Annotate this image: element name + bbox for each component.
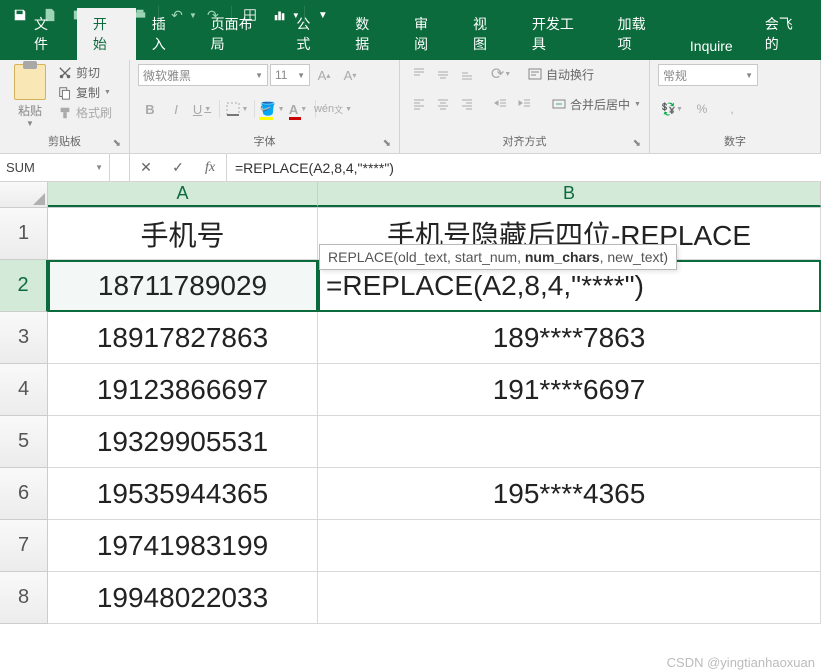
cell[interactable]: 19741983199 [48,520,318,572]
decrease-indent-icon[interactable] [490,94,512,114]
tab-review[interactable]: 审阅 [398,8,457,60]
italic-button[interactable]: I [164,98,188,120]
align-middle-icon[interactable] [432,64,454,84]
font-color-button[interactable]: A▼ [286,98,310,120]
formula-input[interactable]: =REPLACE(A2,8,4,"****") [227,154,821,181]
ribbon: 粘贴 ▼ 剪切 复制▼ 格式刷 剪贴板⬊ 微软雅黑▼ 11▼ A▴ A▾ B I… [0,60,821,154]
tab-formulas[interactable]: 公式 [280,8,339,60]
cell[interactable]: 19123866697 [48,364,318,416]
tab-fly[interactable]: 会飞的 [749,8,821,60]
phonetic-button[interactable]: wén文▼ [321,98,345,120]
cut-button[interactable]: 剪切 [58,64,112,81]
tab-home[interactable]: 开始 [77,8,136,60]
align-center-icon[interactable] [432,94,454,114]
cell[interactable] [318,572,821,624]
cell[interactable] [318,416,821,468]
watermark: CSDN @yingtianhaoxuan [667,655,815,670]
wrap-text-button[interactable]: 自动换行 [528,66,594,83]
font-group-label: 字体⬊ [138,133,391,151]
insert-function-icon[interactable]: fx [194,154,226,181]
decrease-font-icon[interactable]: A▾ [338,64,362,86]
ribbon-tabs: 文件 开始 插入 页面布局 公式 数据 审阅 视图 开发工具 加载项 Inqui… [0,30,821,60]
align-left-icon[interactable] [408,94,430,114]
cell[interactable]: 18917827863 [48,312,318,364]
row-header[interactable]: 5 [0,416,48,468]
number-format-select[interactable]: 常规▼ [658,64,758,86]
font-size-select[interactable]: 11▼ [270,64,310,86]
cell[interactable]: 189****7863 [318,312,821,364]
increase-indent-icon[interactable] [514,94,536,114]
copy-button[interactable]: 复制▼ [58,84,112,101]
number-group-label: 数字 [658,133,812,151]
comma-format-icon[interactable]: , [718,98,746,120]
format-painter-button[interactable]: 格式刷 [58,104,112,121]
row-header[interactable]: 6 [0,468,48,520]
font-name-select[interactable]: 微软雅黑▼ [138,64,268,86]
clipboard-group-label: 剪贴板⬊ [8,133,121,151]
percent-format-icon[interactable]: % [688,98,716,120]
border-button[interactable]: ▼ [225,98,249,120]
name-box[interactable]: SUM▼ [0,154,110,181]
enter-formula-icon[interactable]: ✓ [162,154,194,181]
bold-button[interactable]: B [138,98,162,120]
select-all-corner[interactable] [0,182,48,207]
align-right-icon[interactable] [456,94,478,114]
tab-devtools[interactable]: 开发工具 [516,8,602,60]
fill-color-button[interactable]: 🪣▼ [260,98,284,120]
cell[interactable]: 19948022033 [48,572,318,624]
dialog-launcher-icon[interactable]: ⬊ [113,138,121,149]
increase-font-icon[interactable]: A▴ [312,64,336,86]
cell[interactable]: 手机号 [48,208,318,260]
align-group-label: 对齐方式⬊ [408,133,641,151]
row-header[interactable]: 8 [0,572,48,624]
formula-bar: SUM▼ ✕ ✓ fx =REPLACE(A2,8,4,"****") [0,154,821,182]
formula-tooltip: REPLACE(old_text, start_num, num_chars, … [319,244,677,270]
row-header[interactable]: 2 [0,260,48,312]
accounting-format-icon[interactable]: 💱▼ [658,98,686,120]
tab-layout[interactable]: 页面布局 [195,8,281,60]
merge-center-button[interactable]: 合并后居中▼ [552,96,641,113]
row-header[interactable]: 3 [0,312,48,364]
row-header[interactable]: 1 [0,208,48,260]
row-header[interactable]: 4 [0,364,48,416]
col-header-A[interactable]: A [48,182,318,207]
align-bottom-icon[interactable] [456,64,478,84]
cell[interactable] [318,520,821,572]
col-header-B[interactable]: B [318,182,821,207]
dialog-launcher-icon[interactable]: ⬊ [633,138,641,149]
orientation-icon[interactable]: ⟳▼ [490,64,512,84]
paste-button[interactable]: 粘贴 ▼ [8,64,52,128]
cell[interactable]: 195****4365 [318,468,821,520]
cell[interactable]: 19329905531 [48,416,318,468]
row-header[interactable]: 7 [0,520,48,572]
tab-file[interactable]: 文件 [18,8,77,60]
align-top-icon[interactable] [408,64,430,84]
tab-addins[interactable]: 加载项 [602,8,674,60]
cancel-formula-icon[interactable]: ✕ [130,154,162,181]
cell[interactable]: 19535944365 [48,468,318,520]
cell[interactable]: 191****6697 [318,364,821,416]
tab-view[interactable]: 视图 [457,8,516,60]
underline-button[interactable]: U▼ [190,98,214,120]
tab-insert[interactable]: 插入 [136,8,195,60]
cell[interactable]: 18711789029 [48,260,318,312]
tab-inquire[interactable]: Inquire [674,32,749,60]
tab-data[interactable]: 数据 [339,8,398,60]
dialog-launcher-icon[interactable]: ⬊ [383,138,391,149]
